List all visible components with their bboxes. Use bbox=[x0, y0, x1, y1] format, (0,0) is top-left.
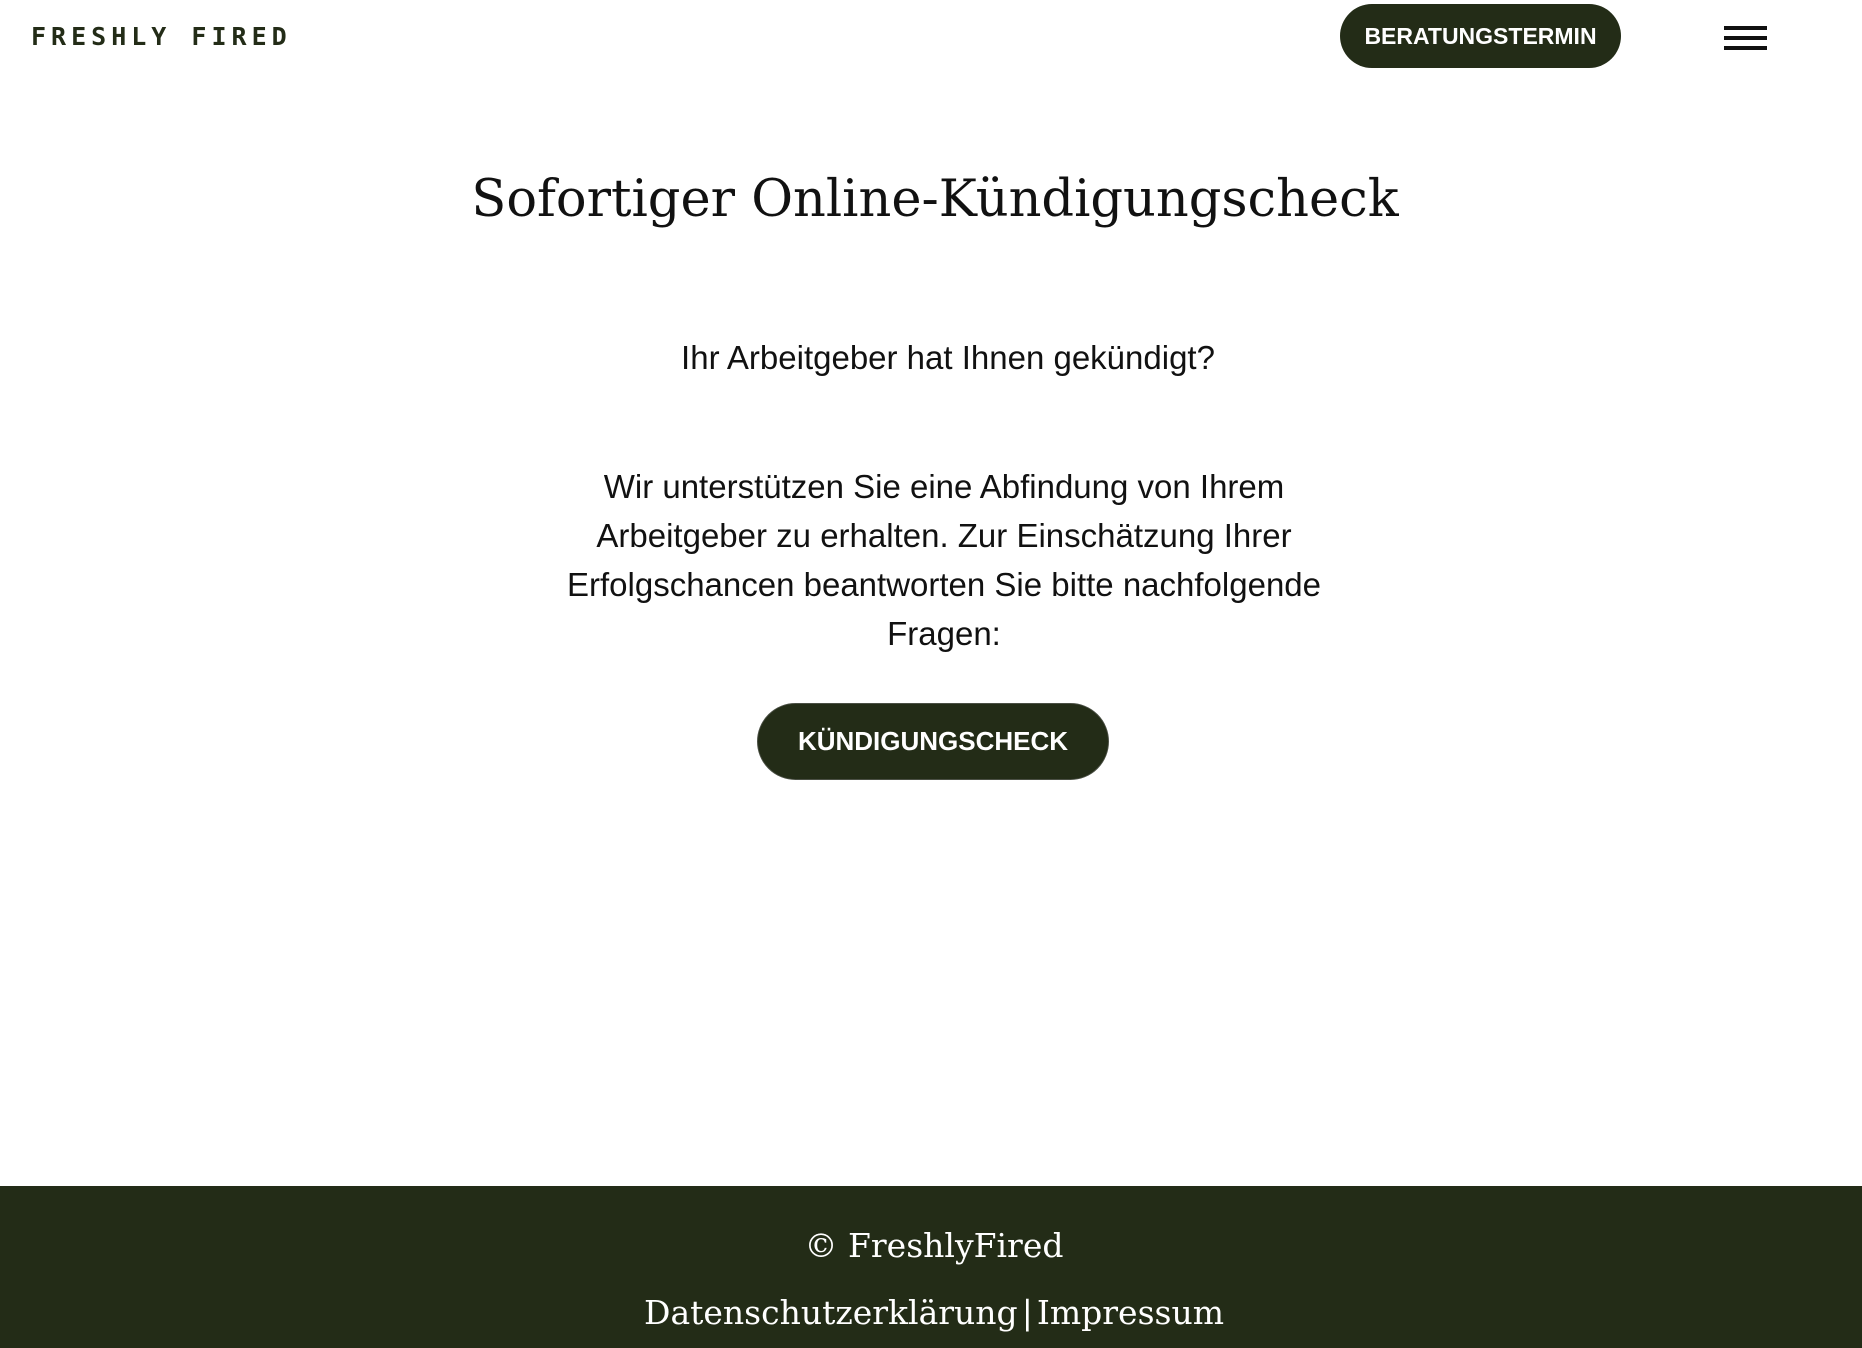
copyright-text: © FreshlyFired bbox=[804, 1226, 1064, 1265]
site-footer: © FreshlyFired Datenschutzerklärung | Impr… bbox=[0, 1186, 1862, 1348]
menu-line bbox=[1724, 36, 1767, 40]
termination-check-button[interactable]: KÜNDIGUNGSCHECK bbox=[757, 703, 1109, 780]
site-header: FRESHLY FIRED BERATUNGSTERMIN bbox=[0, 0, 1862, 75]
menu-line bbox=[1724, 26, 1767, 30]
page: FRESHLY FIRED BERATUNGSTERMIN Sofortiger… bbox=[0, 0, 1862, 1348]
intro-text: Wir unterstützen Sie eine Abfindung von … bbox=[566, 468, 1322, 652]
menu-line bbox=[1724, 46, 1767, 50]
site-logo[interactable]: FRESHLY FIRED bbox=[31, 22, 292, 51]
page-title: Sofortiger Online-Kündigungscheck bbox=[471, 170, 1399, 229]
footer-links: Datenschutzerklärung | Impressum bbox=[0, 1293, 1862, 1332]
privacy-policy-link[interactable]: Datenschutzerklärung bbox=[644, 1293, 1018, 1332]
consultation-appointment-button[interactable]: BERATUNGSTERMIN bbox=[1340, 4, 1621, 68]
link-separator: | bbox=[1021, 1293, 1033, 1332]
imprint-link[interactable]: Impressum bbox=[1037, 1293, 1224, 1332]
intro-question: Ihr Arbeitgeber hat Ihnen gekündigt? bbox=[681, 339, 1215, 376]
hamburger-menu-icon[interactable] bbox=[1722, 22, 1770, 58]
